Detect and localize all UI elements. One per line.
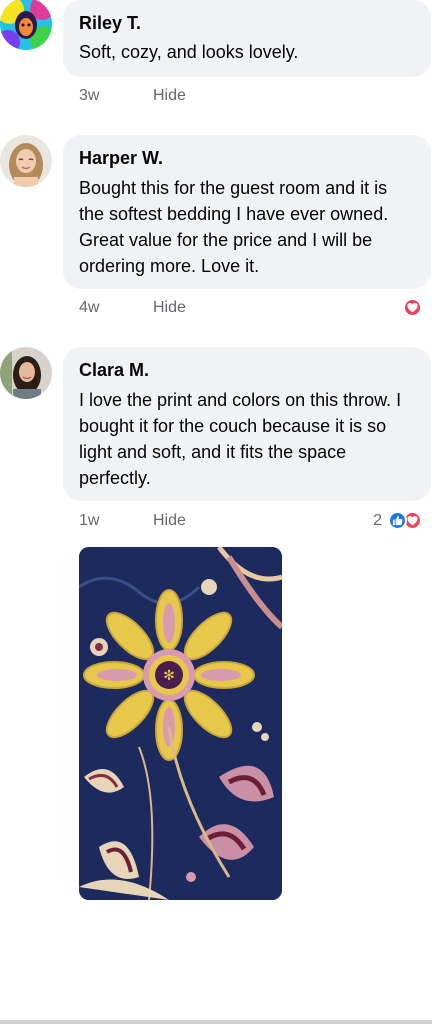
reaction-count: 2 bbox=[373, 511, 382, 529]
comment-text: I love the print and colors on this thro… bbox=[79, 390, 402, 488]
reaction-summary[interactable]: 2 bbox=[373, 511, 422, 530]
comment-photo-attachment[interactable]: ✻ bbox=[79, 547, 282, 900]
love-reaction-icon bbox=[403, 298, 422, 317]
comment-time[interactable]: 3w bbox=[79, 86, 153, 106]
comment-bubble: Riley T. Soft, cozy, and looks lovely. bbox=[63, 0, 431, 77]
comment-author[interactable]: Harper W. bbox=[79, 147, 415, 169]
comment-meta: 3w Hide bbox=[79, 86, 186, 106]
comment-author[interactable]: Riley T. bbox=[79, 12, 415, 34]
comment-meta: 4w Hide bbox=[79, 298, 186, 318]
hide-button[interactable]: Hide bbox=[153, 511, 186, 531]
avatar[interactable] bbox=[0, 347, 52, 399]
comment-time[interactable]: 4w bbox=[79, 298, 153, 318]
bottom-divider bbox=[0, 1020, 432, 1024]
like-reaction-icon bbox=[388, 511, 407, 530]
avatar[interactable] bbox=[0, 135, 52, 187]
svg-text:✻: ✻ bbox=[163, 668, 175, 684]
comment-author[interactable]: Clara M. bbox=[79, 359, 415, 381]
comment-text: Bought this for the guest room and it is… bbox=[79, 178, 389, 276]
comment-bubble: Clara M. I love the print and colors on … bbox=[63, 347, 431, 501]
comment-meta: 1w Hide bbox=[79, 511, 186, 531]
hide-button[interactable]: Hide bbox=[153, 298, 186, 318]
comment-time[interactable]: 1w bbox=[79, 511, 153, 531]
avatar[interactable] bbox=[0, 0, 52, 50]
comment-text: Soft, cozy, and looks lovely. bbox=[79, 42, 299, 62]
hide-button[interactable]: Hide bbox=[153, 86, 186, 106]
comment-bubble: Harper W. Bought this for the guest room… bbox=[63, 135, 431, 289]
reaction-summary[interactable] bbox=[403, 298, 422, 317]
